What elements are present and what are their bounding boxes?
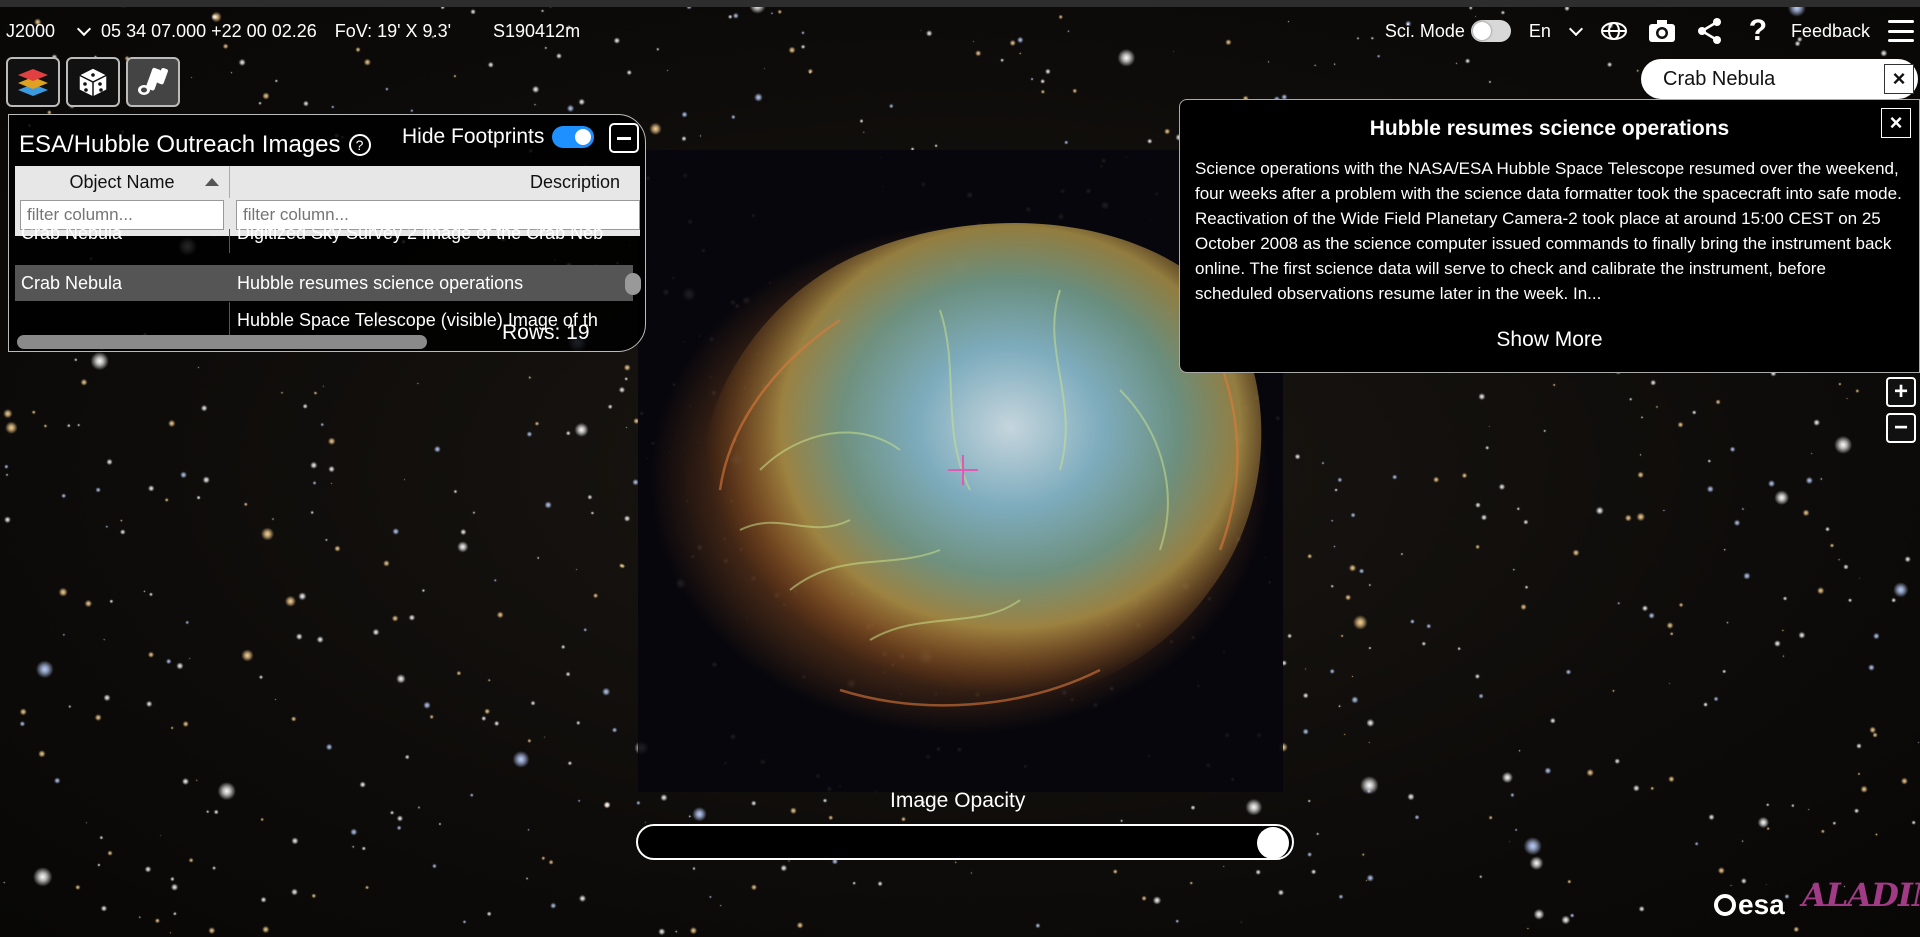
telescope-icon xyxy=(138,67,168,95)
table-header: Object Name Description xyxy=(15,166,640,236)
layers-button[interactable] xyxy=(6,57,60,107)
outreach-button[interactable] xyxy=(126,57,180,107)
catalogs-button[interactable] xyxy=(66,57,120,107)
target-search[interactable]: Crab Nebula × xyxy=(1641,59,1918,99)
frame-selector[interactable]: J2000 xyxy=(6,21,92,42)
hide-footprints: Hide Footprints xyxy=(402,125,595,149)
cube-icon xyxy=(78,67,108,98)
column-header-object-name[interactable]: Object Name xyxy=(15,166,230,198)
opacity-slider-thumb[interactable] xyxy=(1257,827,1289,859)
fov-readout: FoV: 19' X 9.3' xyxy=(334,21,452,41)
zoom-out-button[interactable]: − xyxy=(1886,413,1916,443)
filter-description[interactable] xyxy=(236,200,640,230)
right-toolbar: Sci. Mode En ? Feedback xyxy=(1367,14,1914,47)
search-input[interactable]: Crab Nebula xyxy=(1663,68,1775,91)
column-separator xyxy=(229,229,230,253)
help-icon[interactable]: ? xyxy=(1743,14,1773,47)
ra-dec-readout: 05 34 07.000 +22 00 02.26 xyxy=(101,21,317,41)
esa-logo-text: esa xyxy=(1738,889,1785,920)
info-title: Hubble resumes science operations xyxy=(1369,117,1730,140)
horizontal-scrollbar[interactable] xyxy=(17,335,427,349)
table-row[interactable]: Crab Nebula Digitized Sky Survey 2 image… xyxy=(15,229,633,253)
window-top-edge xyxy=(0,0,1920,7)
close-icon[interactable]: × xyxy=(1881,108,1911,138)
column-header-label: Description xyxy=(529,172,620,192)
cell-object-name: Crab Nebula xyxy=(21,273,123,293)
aladin-logo: ALADIN xyxy=(1802,876,1920,914)
esa-logo-mark xyxy=(1714,894,1736,916)
show-more-button[interactable]: Show More xyxy=(1180,328,1919,352)
minus-icon xyxy=(617,136,631,140)
opacity-label: Image Opacity xyxy=(890,789,1026,812)
opacity-slider[interactable] xyxy=(636,824,1294,860)
cell-description: Hubble resumes science operations xyxy=(237,273,524,293)
zoom-in-button[interactable]: + xyxy=(1886,377,1916,407)
sort-ascending-icon xyxy=(205,178,219,186)
hide-footprints-toggle[interactable] xyxy=(552,126,595,148)
layers-icon xyxy=(18,69,48,96)
language-label: En xyxy=(1528,20,1551,41)
table-row-selected[interactable]: Crab Nebula Hubble resumes science opera… xyxy=(15,265,633,301)
column-header-label: Object Name xyxy=(69,172,175,192)
chevron-down-icon xyxy=(76,21,92,37)
column-separator xyxy=(229,265,230,301)
outreach-panel: ESA/Hubble Outreach Images ? Hide Footpr… xyxy=(8,114,646,352)
filter-object-name[interactable] xyxy=(20,200,224,230)
share-icon[interactable] xyxy=(1695,16,1725,46)
hide-footprints-label: Hide Footprints xyxy=(402,125,545,148)
image-info-popup: Hubble resumes science operations × Scie… xyxy=(1179,99,1920,373)
camera-icon[interactable] xyxy=(1647,16,1677,46)
globe-icon[interactable] xyxy=(1599,16,1629,46)
frame-label: J2000 xyxy=(6,21,56,41)
minimize-panel-button[interactable] xyxy=(609,123,639,153)
top-bar: J2000 05 34 07.000 +22 00 02.26 FoV: 19'… xyxy=(0,7,1920,51)
info-description: Science operations with the NASA/ESA Hub… xyxy=(1195,159,1902,303)
clear-icon[interactable]: × xyxy=(1884,64,1914,94)
column-separator xyxy=(229,302,230,338)
cell-object-name: Crab Nebula xyxy=(21,229,123,243)
menu-icon[interactable] xyxy=(1888,20,1914,42)
help-icon[interactable]: ? xyxy=(348,134,371,156)
layer-tools xyxy=(6,57,186,107)
esa-logo: esa xyxy=(1714,889,1785,921)
rows-count: Rows: 19 xyxy=(502,321,590,344)
language-selector[interactable]: En xyxy=(1528,20,1584,42)
survey-label: S190412m xyxy=(493,21,581,41)
column-header-description[interactable]: Description xyxy=(230,166,630,198)
panel-title-text: ESA/Hubble Outreach Images xyxy=(19,131,341,158)
feedback-link[interactable]: Feedback xyxy=(1791,21,1870,42)
sci-mode-label: Sci. Mode xyxy=(1384,20,1465,41)
chevron-down-icon xyxy=(1568,21,1584,36)
panel-title: ESA/Hubble Outreach Images ? xyxy=(19,131,371,159)
sci-mode-toggle[interactable] xyxy=(1470,20,1511,42)
coordinates-readout: J2000 05 34 07.000 +22 00 02.26 FoV: 19'… xyxy=(6,21,469,42)
vertical-scrollbar[interactable] xyxy=(625,273,641,295)
cell-description: Digitized Sky Survey 2 image of the Crab… xyxy=(237,229,604,243)
